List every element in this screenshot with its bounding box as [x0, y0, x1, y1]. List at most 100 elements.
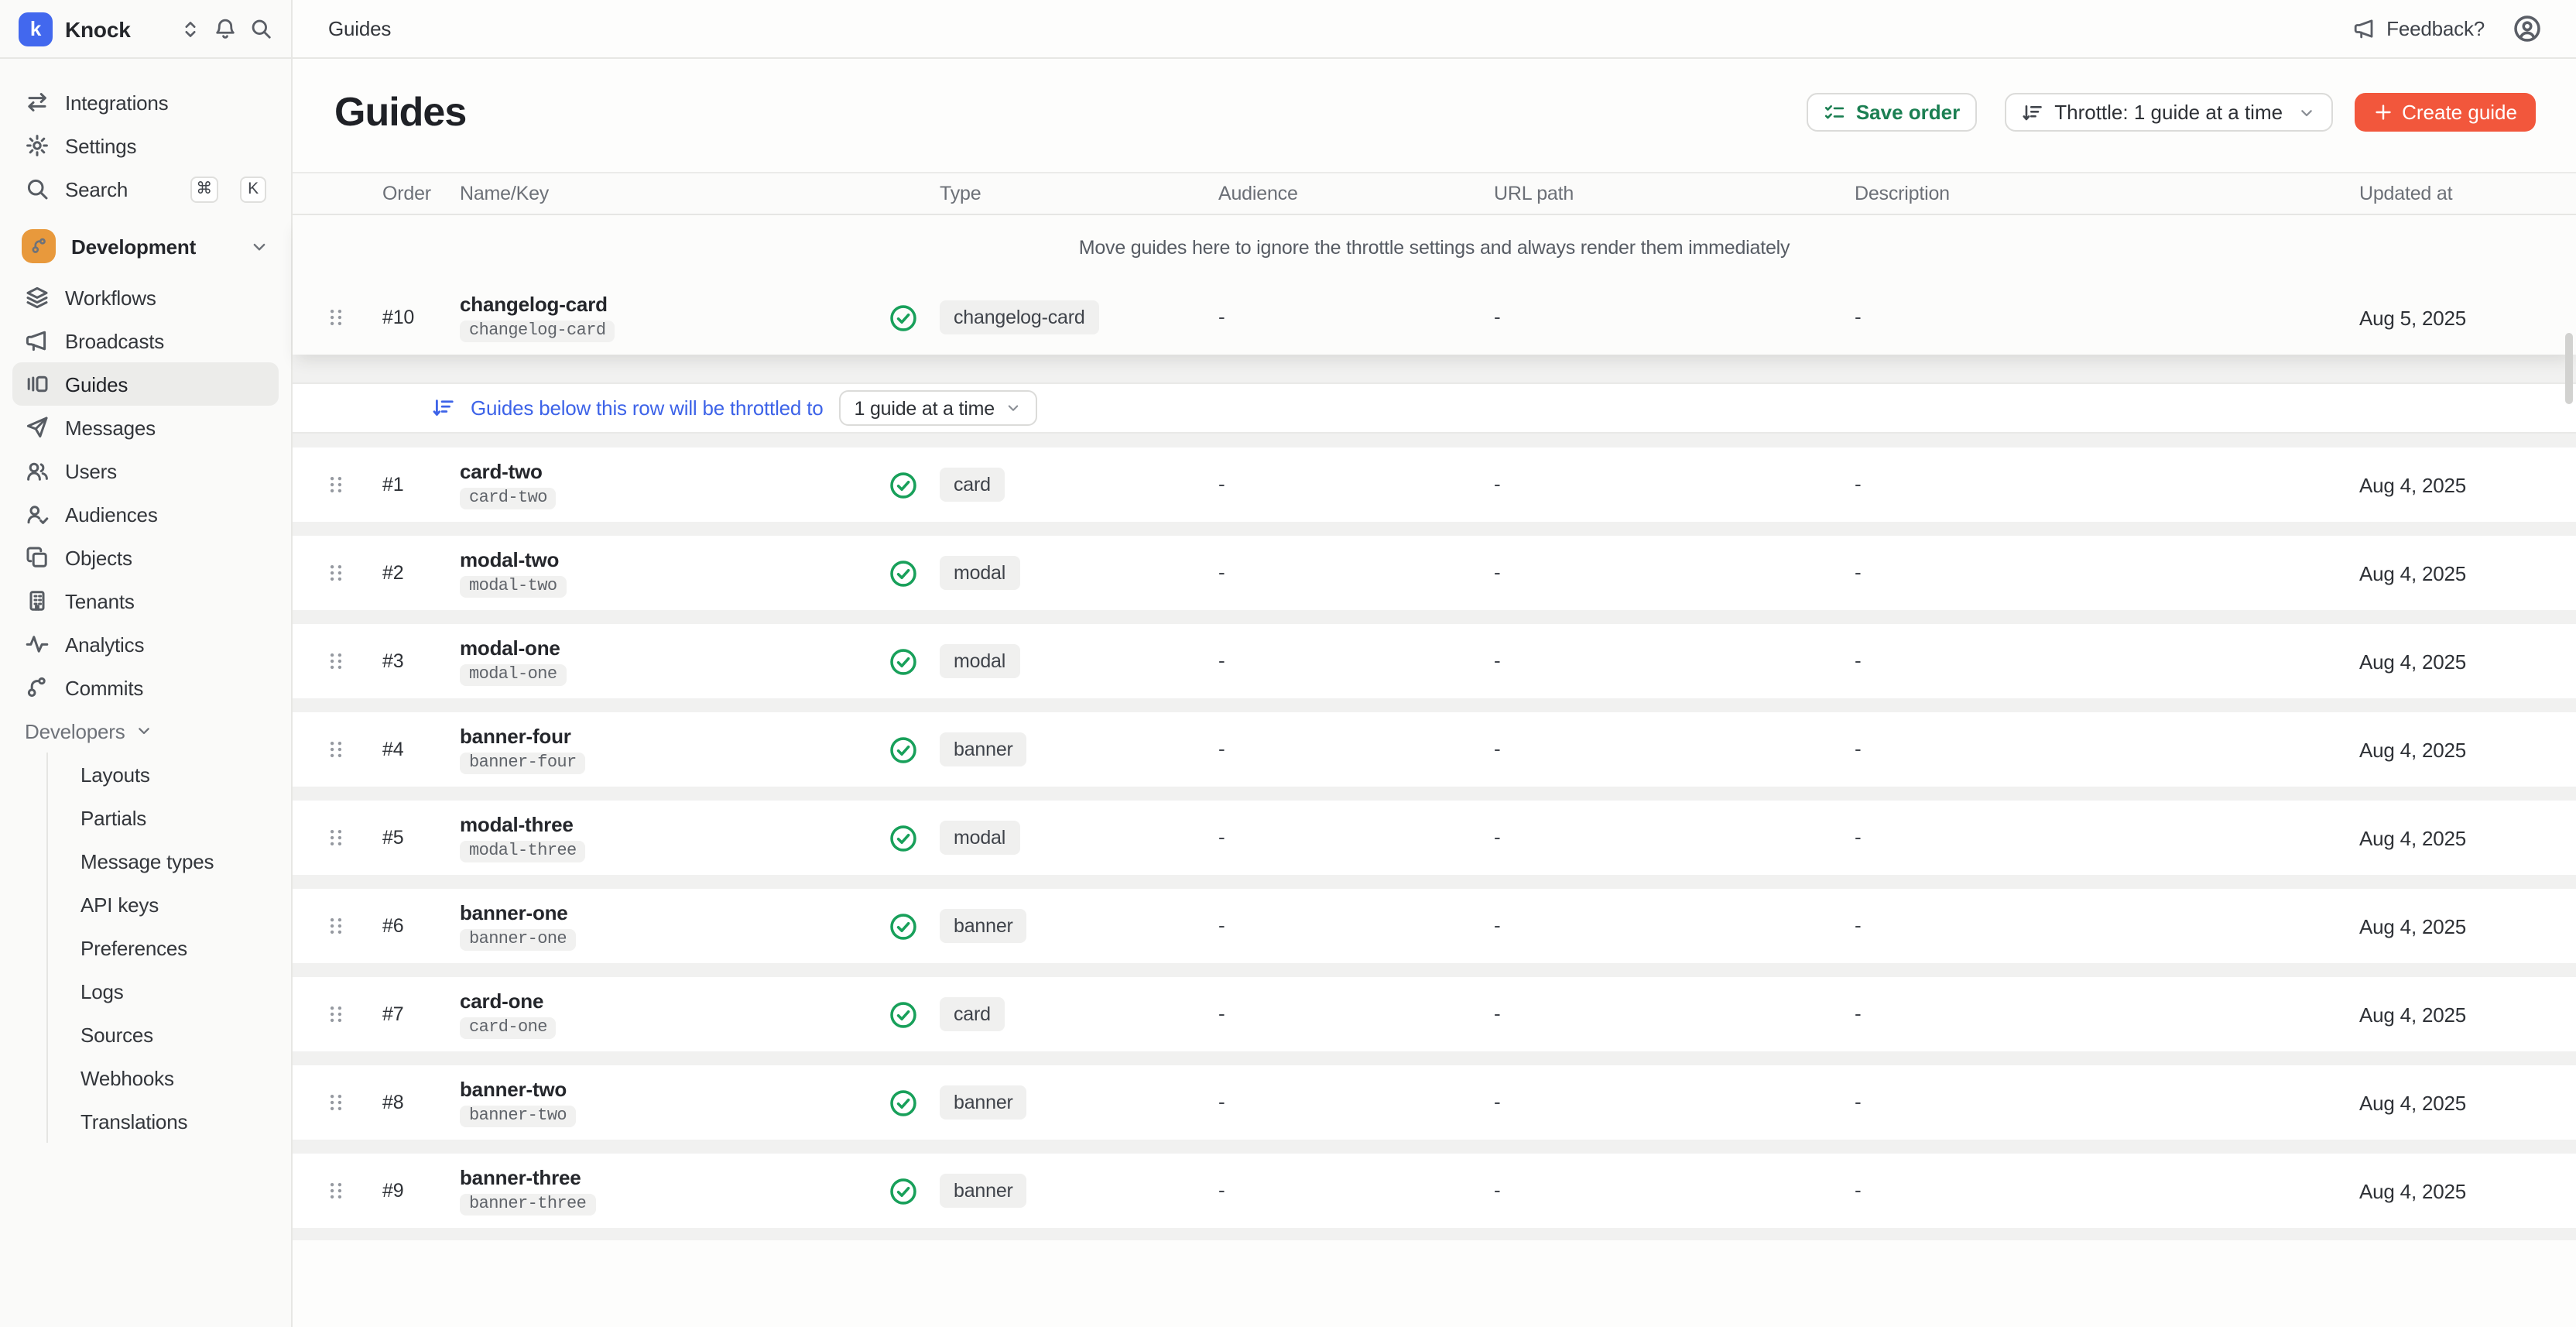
sidebar-item-message-types[interactable]: Message types — [48, 839, 291, 883]
sidebar-item-workflows[interactable]: Workflows — [12, 276, 279, 319]
sidebar-item-logs[interactable]: Logs — [48, 969, 291, 1013]
url-path-value: - — [1494, 1090, 1500, 1113]
search-icon[interactable] — [249, 17, 272, 40]
drag-cell — [314, 739, 382, 760]
sidebar-item-guides[interactable]: Guides — [12, 362, 279, 406]
drag-handle-icon — [325, 650, 347, 672]
name-key-cell: modal-threemodal-three — [460, 813, 940, 862]
environment-switcher[interactable]: Development — [12, 225, 279, 268]
order-cell: #5 — [382, 827, 460, 849]
table-row[interactable]: #1card-twocard-twocard---Aug 4, 2025 — [293, 447, 2576, 522]
audience-cell: - — [1218, 824, 1494, 852]
sidebar-item-integrations[interactable]: Integrations — [12, 81, 279, 124]
chevron-down-icon — [249, 236, 269, 256]
type-badge: modal — [940, 821, 1019, 855]
status-active-icon — [889, 735, 918, 764]
sidebar-item-label: Tenants — [65, 589, 135, 612]
environment-name: Development — [71, 235, 196, 258]
drag-handle-icon[interactable] — [325, 307, 347, 328]
branch-icon — [28, 235, 50, 257]
account-avatar-icon[interactable] — [2513, 14, 2542, 43]
type-cell: banner — [940, 909, 1218, 943]
sidebar-item-analytics[interactable]: Analytics — [12, 622, 279, 666]
audiences-icon — [25, 502, 50, 526]
status-active-icon — [889, 470, 918, 499]
table-row[interactable]: #7card-onecard-onecard---Aug 4, 2025 — [293, 977, 2576, 1051]
description-value: - — [1855, 472, 1861, 495]
guide-name: banner-one — [460, 901, 576, 924]
sidebar-item-label: Settings — [65, 134, 136, 157]
drag-handle-icon[interactable] — [325, 1003, 347, 1025]
avatar-icon — [2513, 14, 2542, 43]
table-row[interactable]: #6banner-onebanner-onebanner---Aug 4, 20… — [293, 889, 2576, 963]
sidebar-item-label: Guides — [65, 372, 128, 396]
sidebar-item-search[interactable]: Search⌘K — [12, 167, 279, 211]
table-row[interactable]: #2modal-twomodal-twomodal---Aug 4, 2025 — [293, 536, 2576, 610]
url-path-cell: - — [1494, 1000, 1855, 1028]
col-url-path: URL path — [1494, 183, 1855, 204]
drag-handle-icon[interactable] — [325, 562, 347, 584]
drag-handle-icon[interactable] — [325, 739, 347, 760]
sidebar-item-users[interactable]: Users — [12, 449, 279, 492]
guide-name: card-one — [460, 989, 557, 1013]
sidebar-item-commits[interactable]: Commits — [12, 666, 279, 709]
pinned-guide-row[interactable]: #10changelog-cardchangelog-cardchangelog… — [293, 280, 2576, 355]
developers-label: Developers — [25, 719, 125, 742]
drag-handle-icon[interactable] — [325, 474, 347, 495]
drag-handle-icon — [325, 307, 347, 328]
scrollbar-thumb[interactable] — [2565, 333, 2573, 404]
updated-at-cell: Aug 4, 2025 — [2359, 1003, 2576, 1026]
developers-group-header[interactable]: Developers — [12, 709, 279, 753]
guides-rows: #1card-twocard-twocard---Aug 4, 2025#2mo… — [293, 447, 2576, 1228]
sidebar-item-partials[interactable]: Partials — [48, 796, 291, 839]
type-cell: card — [940, 468, 1218, 502]
order-cell: #7 — [382, 1003, 460, 1025]
sidebar-item-preferences[interactable]: Preferences — [48, 926, 291, 969]
section-gap — [293, 355, 2576, 382]
sidebar-item-sources[interactable]: Sources — [48, 1013, 291, 1056]
sidebar-item-objects[interactable]: Objects — [12, 536, 279, 579]
sidebar-item-messages[interactable]: Messages — [12, 406, 279, 449]
throttle-dropdown[interactable]: Throttle: 1 guide at a time — [2005, 93, 2332, 132]
sidebar-item-webhooks[interactable]: Webhooks — [48, 1056, 291, 1099]
drag-handle-icon[interactable] — [325, 650, 347, 672]
app-root: k Knock IntegrationsSettingsSearch⌘K Dev… — [0, 0, 2576, 1327]
sidebar-item-api-keys[interactable]: API keys — [48, 883, 291, 926]
sidebar-item-broadcasts[interactable]: Broadcasts — [12, 319, 279, 362]
drag-handle-icon — [325, 1092, 347, 1113]
sidebar-item-settings[interactable]: Settings — [12, 124, 279, 167]
drag-handle-icon[interactable] — [325, 915, 347, 937]
feedback-label: Feedback? — [2386, 17, 2485, 40]
breadcrumb[interactable]: Guides — [328, 17, 391, 40]
sidebar-item-layouts[interactable]: Layouts — [48, 753, 291, 796]
chevdown-icon — [135, 722, 153, 740]
sidebar-item-tenants[interactable]: Tenants — [12, 579, 279, 622]
feedback-button[interactable]: Feedback? — [2352, 17, 2485, 40]
audience-cell: - — [1218, 647, 1494, 675]
bell-icon[interactable] — [214, 17, 237, 40]
drag-handle-icon[interactable] — [325, 1092, 347, 1113]
table-row[interactable]: #9banner-threebanner-threebanner---Aug 4… — [293, 1154, 2576, 1228]
throttle-amount-select[interactable]: 1 guide at a time — [839, 390, 1038, 426]
table-row[interactable]: #8banner-twobanner-twobanner---Aug 4, 20… — [293, 1065, 2576, 1140]
drag-handle-icon[interactable] — [325, 827, 347, 849]
drag-cell — [314, 827, 382, 849]
messages-icon — [25, 415, 50, 440]
name-key: card-twocard-two — [460, 460, 557, 509]
status-active-icon — [889, 823, 918, 852]
description-cell: - — [1855, 471, 2359, 499]
sidebar-item-translations[interactable]: Translations — [48, 1099, 291, 1143]
audience-value: - — [1218, 737, 1225, 760]
save-order-button[interactable]: Save order — [1807, 93, 1977, 132]
table-row[interactable]: #4banner-fourbanner-fourbanner---Aug 4, … — [293, 712, 2576, 787]
type-cell: changelog-card — [940, 300, 1218, 334]
sidebar-item-audiences[interactable]: Audiences — [12, 492, 279, 536]
table-row[interactable]: #3modal-onemodal-onemodal---Aug 4, 2025 — [293, 624, 2576, 698]
audience-value: - — [1218, 305, 1225, 328]
table-row[interactable]: #5modal-threemodal-threemodal---Aug 4, 2… — [293, 801, 2576, 875]
url-path-value: - — [1494, 737, 1500, 760]
create-guide-button[interactable]: Create guide — [2354, 93, 2536, 132]
drag-handle-icon[interactable] — [325, 1180, 347, 1202]
workspace-switcher-icon[interactable] — [180, 18, 201, 39]
name-key-cell: banner-threebanner-three — [460, 1166, 940, 1216]
